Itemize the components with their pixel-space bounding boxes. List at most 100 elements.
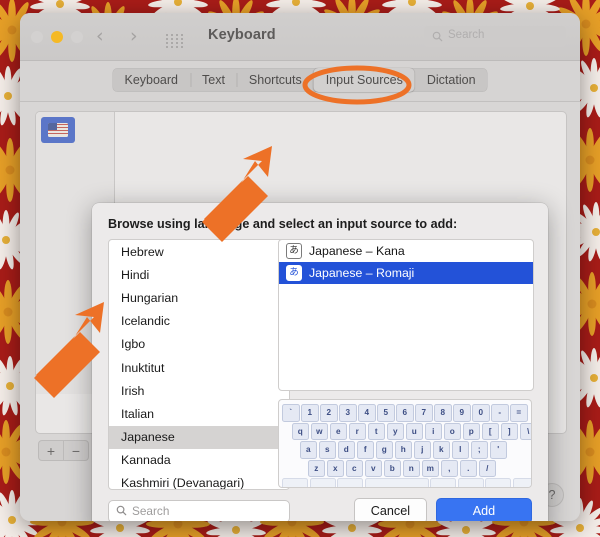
keyboard-row-modifiers <box>282 478 531 487</box>
key-blank <box>337 478 363 487</box>
language-row[interactable]: Icelandic <box>109 310 289 333</box>
key-9: 9 <box>453 404 471 422</box>
installed-source-us[interactable] <box>41 117 75 143</box>
key-s: s <box>318 441 336 459</box>
key-8: 8 <box>434 404 452 422</box>
window-titlebar: ‹ › Keyboard Search <box>20 13 580 61</box>
key-blank <box>512 478 531 487</box>
add-button[interactable]: Add <box>436 498 532 521</box>
key-blank <box>282 478 308 487</box>
key-/: / <box>478 459 496 477</box>
key-k: k <box>432 441 450 459</box>
key-o: o <box>443 422 461 440</box>
key-.: . <box>459 459 477 477</box>
key-q: q <box>291 422 309 440</box>
key-2: 2 <box>320 404 338 422</box>
language-row[interactable]: Hindi <box>109 263 289 286</box>
us-flag-icon <box>48 123 68 137</box>
key-7: 7 <box>415 404 433 422</box>
key-blank <box>485 478 511 487</box>
key-blank <box>430 478 456 487</box>
key-0: 0 <box>472 404 490 422</box>
key-indent <box>282 423 290 439</box>
key-d: d <box>337 441 355 459</box>
tab-text[interactable]: Text <box>189 68 237 92</box>
tab-shortcuts[interactable]: Shortcuts <box>236 68 314 92</box>
sheet-search-field[interactable]: Search <box>108 500 290 521</box>
input-source-label: Japanese – Kana <box>309 244 405 258</box>
system-preferences-window: ‹ › Keyboard Search Keyboard Text Shortc… <box>20 13 580 521</box>
chevron-right-icon[interactable]: › <box>130 27 138 46</box>
tab-input-sources[interactable]: Input Sources <box>313 68 415 92</box>
language-list[interactable]: Hebrew Hindi Hungarian Icelandic Igbo In… <box>108 239 290 490</box>
language-row[interactable]: Hungarian <box>109 286 289 309</box>
sheet-title: Browse using language and select an inpu… <box>108 217 458 231</box>
key-g: g <box>375 441 393 459</box>
key-`: ` <box>282 404 300 422</box>
key-v: v <box>364 459 382 477</box>
zoom-button[interactable] <box>71 31 83 43</box>
key-w: w <box>310 422 328 440</box>
tab-group[interactable]: Keyboard Text Shortcuts Input Sources Di… <box>112 68 488 92</box>
page-title: Keyboard <box>208 27 276 43</box>
key-n: n <box>402 459 420 477</box>
window-controls[interactable] <box>31 31 83 43</box>
key-3: 3 <box>339 404 357 422</box>
language-row[interactable]: Inuktitut <box>109 356 289 379</box>
chevron-left-icon[interactable]: ‹ <box>96 27 104 46</box>
language-row[interactable]: Hebrew <box>109 240 289 263</box>
key-;: ; <box>470 441 488 459</box>
grid-apps-icon[interactable] <box>166 34 183 48</box>
key-l: l <box>451 441 469 459</box>
sheet-button-row: Cancel Add <box>353 498 532 521</box>
key-,: , <box>440 459 458 477</box>
tab-dictation[interactable]: Dictation <box>415 68 488 92</box>
cancel-button[interactable]: Cancel <box>353 498 427 521</box>
keyboard-row: a s d f g h j k l; ' <box>282 441 528 459</box>
language-row[interactable]: Kashmiri (Devanagari) <box>109 472 289 489</box>
japanese-romaji-icon: あ <box>286 265 302 281</box>
key-indent <box>282 441 298 457</box>
keyboard-layout-preview: ` 1 2 3 4 5 6 7 8 9 0- = q w e r t y u i o p[] \ a s d f g h j k l; ' … <box>278 399 532 488</box>
language-row[interactable]: Igbo <box>109 333 289 356</box>
toolbar-search-field[interactable]: Search <box>424 26 566 47</box>
keyboard-row: ` 1 2 3 4 5 6 7 8 9 0- = <box>282 404 528 422</box>
preference-tabbar: Keyboard Text Shortcuts Input Sources Di… <box>20 61 580 102</box>
preference-content: + − Show Input menu in menu bar Set Up B… <box>20 102 580 521</box>
input-source-row-romaji[interactable]: あ Japanese – Romaji <box>279 262 533 284</box>
tab-keyboard[interactable]: Keyboard <box>112 68 190 92</box>
key-y: y <box>386 422 404 440</box>
key--: - <box>491 404 509 422</box>
language-row[interactable]: Irish <box>109 379 289 402</box>
search-icon <box>432 31 443 42</box>
language-row[interactable]: Italian <box>109 402 289 425</box>
minimize-button[interactable] <box>51 31 63 43</box>
key-r: r <box>348 422 366 440</box>
add-remove-source-buttons[interactable]: + − <box>38 440 89 461</box>
key-u: u <box>405 422 423 440</box>
keyboard-row: z x c v b n m,. / <box>282 459 528 477</box>
remove-source-button[interactable]: − <box>64 440 89 461</box>
close-button[interactable] <box>31 31 43 43</box>
key-blank <box>309 478 336 487</box>
key-t: t <box>367 422 385 440</box>
key-j: j <box>413 441 431 459</box>
input-source-list[interactable]: あ Japanese – Kana あ Japanese – Romaji <box>278 239 534 391</box>
sheet-search-placeholder: Search <box>132 504 170 518</box>
add-source-button[interactable]: + <box>38 440 64 461</box>
key-m: m <box>421 459 439 477</box>
key-f: f <box>356 441 374 459</box>
language-row-japanese[interactable]: Japanese <box>109 425 289 449</box>
key-]: ] <box>500 422 518 440</box>
key-5: 5 <box>377 404 395 422</box>
input-source-row-kana[interactable]: あ Japanese – Kana <box>279 240 533 262</box>
key-4: 4 <box>358 404 376 422</box>
japanese-kana-icon: あ <box>286 243 302 259</box>
key-': ' <box>489 441 507 459</box>
keyboard-row: q w e r t y u i o p[] \ <box>282 422 531 440</box>
search-icon <box>116 505 127 516</box>
language-row[interactable]: Kannada <box>109 449 289 472</box>
key-indent <box>282 460 306 476</box>
toolbar-search-placeholder: Search <box>448 29 485 41</box>
key-b: b <box>383 459 401 477</box>
